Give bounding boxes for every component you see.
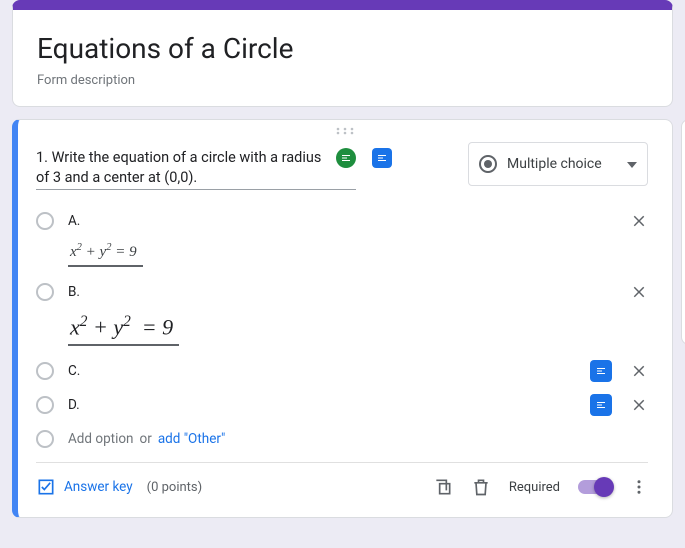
question-text-field[interactable]: 1. Write the equation of a circle with a… [36, 142, 356, 190]
remove-option-button[interactable] [630, 283, 648, 301]
radio-icon [36, 362, 54, 380]
option-math-image[interactable]: x2 + y2 = 9 [68, 240, 143, 267]
equation-active-icon[interactable] [336, 148, 356, 168]
option-row: C. [36, 354, 648, 388]
points-label: (0 points) [147, 480, 203, 495]
add-option-button[interactable]: Add option [68, 431, 134, 447]
remove-option-button[interactable] [630, 212, 648, 230]
drag-handle[interactable] [18, 120, 672, 142]
duplicate-button[interactable] [433, 477, 453, 497]
required-label: Required [509, 480, 560, 495]
drag-icon [335, 127, 355, 135]
radio-icon [36, 283, 54, 301]
chevron-down-icon [627, 156, 637, 172]
option-row: B. [36, 275, 648, 309]
question-text: 1. Write the equation of a circle with a… [36, 148, 330, 187]
equation-button[interactable] [372, 148, 392, 168]
delete-button[interactable] [471, 477, 491, 497]
option-label[interactable]: D. [68, 397, 576, 413]
divider [36, 462, 648, 463]
question-type-dropdown[interactable]: Multiple choice [468, 142, 648, 186]
option-row: A. [36, 204, 648, 238]
remove-option-button[interactable] [630, 396, 648, 414]
option-row: D. [36, 388, 648, 422]
radio-icon [36, 430, 54, 448]
form-header: Equations of a Circle Form description [12, 0, 673, 107]
form-title[interactable]: Equations of a Circle [37, 32, 648, 65]
equation-button[interactable] [590, 360, 612, 382]
option-math-image[interactable]: x2 + y2 = 9 [68, 311, 179, 346]
question-footer: Answer key (0 points) Required [36, 473, 648, 505]
radio-icon [479, 155, 497, 173]
radio-icon [36, 212, 54, 230]
equation-button[interactable] [590, 394, 612, 416]
side-toolbar [681, 119, 685, 345]
answer-key-button[interactable]: Answer key [36, 477, 133, 497]
or-text: or [140, 431, 152, 447]
question-card: 1. Write the equation of a circle with a… [12, 119, 673, 518]
option-label[interactable]: A. [68, 213, 616, 229]
option-label[interactable]: C. [68, 363, 576, 379]
required-toggle[interactable] [578, 480, 612, 494]
remove-option-button[interactable] [630, 362, 648, 380]
radio-icon [36, 396, 54, 414]
more-button[interactable] [630, 478, 648, 496]
form-description[interactable]: Form description [37, 73, 648, 88]
answer-key-label: Answer key [64, 479, 133, 495]
add-other-button[interactable]: add "Other" [158, 431, 226, 447]
option-label[interactable]: B. [68, 284, 616, 300]
question-type-label: Multiple choice [507, 156, 602, 172]
add-option-row: Add option or add "Other" [36, 422, 648, 462]
